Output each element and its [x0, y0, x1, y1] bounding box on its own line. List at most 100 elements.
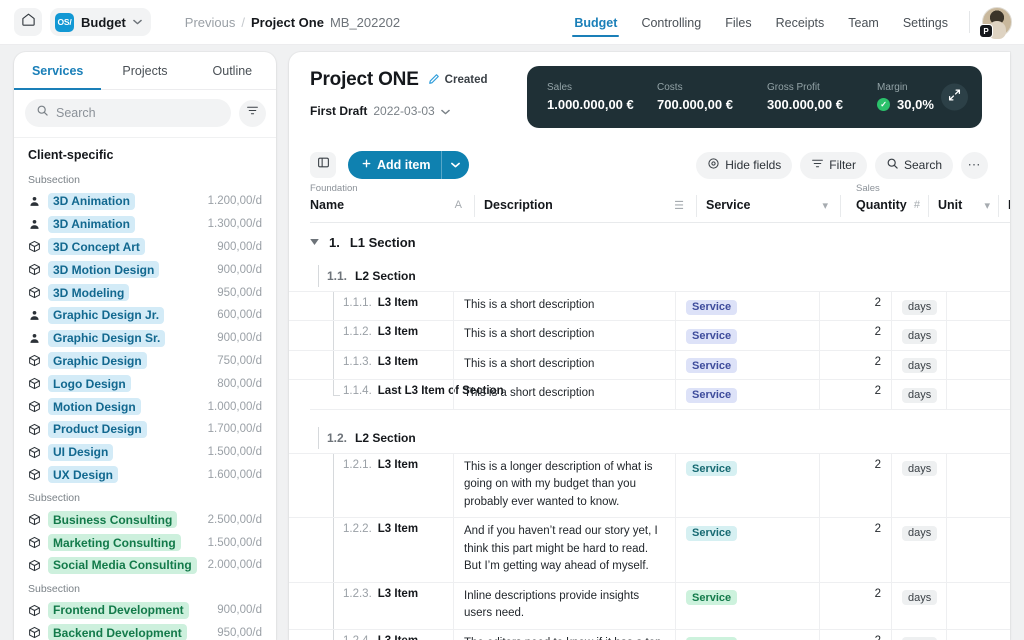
cell-service[interactable]: Service: [675, 292, 819, 321]
cell-name[interactable]: 1.2.3. L3 Item: [289, 583, 453, 629]
nav-item-receipts[interactable]: Receipts: [765, 3, 836, 42]
tab-services[interactable]: Services: [14, 52, 102, 90]
cell-price[interactable]: [946, 518, 1010, 582]
service-list-item[interactable]: UX Design 1.600,00/d: [14, 464, 276, 487]
table-row[interactable]: 1.1.3. L3 Item This is a short description…: [289, 349, 1010, 380]
nav-item-controlling[interactable]: Controlling: [630, 3, 712, 42]
cell-description[interactable]: And if you haven’t read our story yet, I…: [453, 518, 675, 582]
column-header-p[interactable]: P: [1008, 198, 1010, 212]
nav-item-files[interactable]: Files: [714, 3, 762, 42]
service-list-item[interactable]: Graphic Design 750,00/d: [14, 350, 276, 373]
cell-service[interactable]: Service: [675, 453, 819, 518]
cell-description[interactable]: This is a short description: [453, 321, 675, 350]
service-list-item[interactable]: UI Design 1.500,00/d: [14, 441, 276, 464]
search-input[interactable]: Search: [25, 99, 231, 127]
cell-unit[interactable]: days: [891, 582, 946, 629]
service-list-item[interactable]: Motion Design 1.000,00/d: [14, 395, 276, 418]
cell-name[interactable]: 1.1.2. L3 Item: [289, 321, 453, 349]
hide-fields-button[interactable]: Hide fields: [696, 151, 793, 179]
service-list-item[interactable]: Graphic Design Sr. 900,00/d: [14, 327, 276, 350]
status-badge[interactable]: Created: [428, 73, 488, 88]
cell-service[interactable]: Service: [675, 518, 819, 582]
cell-service[interactable]: Service: [675, 321, 819, 350]
service-list-item[interactable]: 3D Modeling 950,00/d: [14, 281, 276, 304]
service-list-item[interactable]: Graphic Design Jr. 600,00/d: [14, 304, 276, 327]
panel-toggle-button[interactable]: [310, 152, 336, 178]
breadcrumb-previous[interactable]: Previous: [185, 15, 236, 30]
cell-name[interactable]: 1.1.1. L3 Item: [289, 292, 453, 320]
column-header-service[interactable]: Service ▾: [706, 198, 840, 212]
column-header-description[interactable]: Description ☰: [484, 198, 696, 212]
cell-price[interactable]: [946, 350, 1010, 380]
cell-description[interactable]: Inline descriptions provide insights use…: [453, 582, 675, 629]
caret-down-icon[interactable]: [310, 238, 319, 247]
cell-unit[interactable]: days: [891, 453, 946, 518]
sidebar-filter-button[interactable]: [239, 99, 266, 127]
cell-quantity[interactable]: 2: [819, 582, 891, 629]
add-item-button[interactable]: Add item: [348, 151, 470, 179]
cell-description[interactable]: This is a short description: [453, 350, 675, 380]
cell-quantity[interactable]: 2: [819, 292, 891, 321]
column-header-unit[interactable]: Unit ▾: [938, 198, 998, 212]
service-list-item[interactable]: 3D Motion Design 900,00/d: [14, 258, 276, 281]
cell-service[interactable]: Service: [675, 582, 819, 629]
cell-name[interactable]: 1.2.2. L3 Item: [289, 518, 453, 581]
table-row[interactable]: 1.2.4. L3 Item The editors need to know if…: [289, 628, 1010, 640]
cell-unit[interactable]: days: [891, 292, 946, 321]
cell-service[interactable]: Service: [675, 380, 819, 409]
nav-item-settings[interactable]: Settings: [892, 3, 959, 42]
table-row[interactable]: 1.1.1. L3 Item This is a short description…: [289, 291, 1010, 321]
tab-outline[interactable]: Outline: [189, 52, 276, 89]
services-list[interactable]: Client-specific Subsection 3D Animation 1.…: [14, 138, 276, 640]
service-list-item[interactable]: Product Design 1.700,00/d: [14, 418, 276, 441]
service-list-item[interactable]: Marketing Consulting 1.500,00/d: [14, 531, 276, 554]
table-row[interactable]: 1.2.2. L3 Item And if you haven’t read our…: [289, 517, 1010, 582]
table-row[interactable]: 1.2.3. L3 Item Inline descriptions provide…: [289, 581, 1010, 629]
cell-name[interactable]: 1.2.4. L3 Item: [289, 630, 453, 640]
cell-unit[interactable]: days: [891, 629, 946, 640]
cell-price[interactable]: [946, 453, 1010, 518]
cell-name[interactable]: 1.1.4. Last L3 Item of Section: [289, 380, 504, 408]
cell-price[interactable]: [946, 582, 1010, 629]
cell-quantity[interactable]: 2: [819, 453, 891, 518]
cell-service[interactable]: Service: [675, 350, 819, 380]
cell-quantity[interactable]: 2: [819, 518, 891, 582]
cell-quantity[interactable]: 2: [819, 629, 891, 640]
service-list-item[interactable]: 3D Animation 1.200,00/d: [14, 190, 276, 213]
cell-description[interactable]: The editors need to know if it has a top…: [453, 629, 675, 640]
l2-section-row[interactable]: 1.1. L2 Section: [289, 261, 1010, 291]
service-list-item[interactable]: Frontend Development 900,00/d: [14, 599, 276, 622]
cell-description[interactable]: This is a short description: [453, 380, 675, 409]
cell-description[interactable]: This is a longer description of what is …: [453, 453, 675, 518]
service-list-item[interactable]: 3D Animation 1.300,00/d: [14, 213, 276, 236]
cell-name[interactable]: 1.2.1. L3 Item: [289, 454, 453, 517]
l2-section-row[interactable]: 1.2. L2 Section: [289, 423, 1010, 453]
cell-unit[interactable]: days: [891, 380, 946, 409]
expand-button[interactable]: [941, 83, 968, 111]
cell-price[interactable]: [946, 380, 1010, 409]
nav-item-team[interactable]: Team: [837, 3, 890, 42]
add-item-main[interactable]: Add item: [348, 158, 441, 172]
cell-quantity[interactable]: 2: [819, 380, 891, 409]
tab-projects[interactable]: Projects: [101, 52, 188, 89]
more-options-button[interactable]: ⋯: [961, 151, 988, 179]
table-row[interactable]: 1.2.1. L3 Item This is a longer descriptio…: [289, 452, 1010, 518]
nav-item-budget[interactable]: Budget: [563, 3, 628, 42]
service-list-item[interactable]: 3D Concept Art 900,00/d: [14, 236, 276, 259]
service-list-item[interactable]: Business Consulting 2.500,00/d: [14, 508, 276, 531]
breadcrumb-current[interactable]: Project One: [251, 15, 324, 30]
cell-name[interactable]: 1.1.3. L3 Item: [289, 351, 453, 379]
cell-price[interactable]: [946, 292, 1010, 321]
cell-price[interactable]: [946, 629, 1010, 640]
search-button[interactable]: Search: [874, 151, 953, 179]
service-list-item[interactable]: Backend Development 950,00/d: [14, 622, 276, 640]
column-header-name[interactable]: Name A: [310, 198, 474, 212]
cell-quantity[interactable]: 2: [819, 350, 891, 380]
cell-description[interactable]: This is a short description: [453, 292, 675, 321]
cell-price[interactable]: [946, 321, 1010, 350]
add-item-dropdown[interactable]: [442, 160, 469, 170]
column-header-quantity[interactable]: Quantity #: [856, 198, 928, 212]
cell-unit[interactable]: days: [891, 518, 946, 582]
cell-unit[interactable]: days: [891, 321, 946, 350]
table-row[interactable]: 1.1.4. Last L3 Item of Section This is a s…: [289, 379, 1010, 409]
